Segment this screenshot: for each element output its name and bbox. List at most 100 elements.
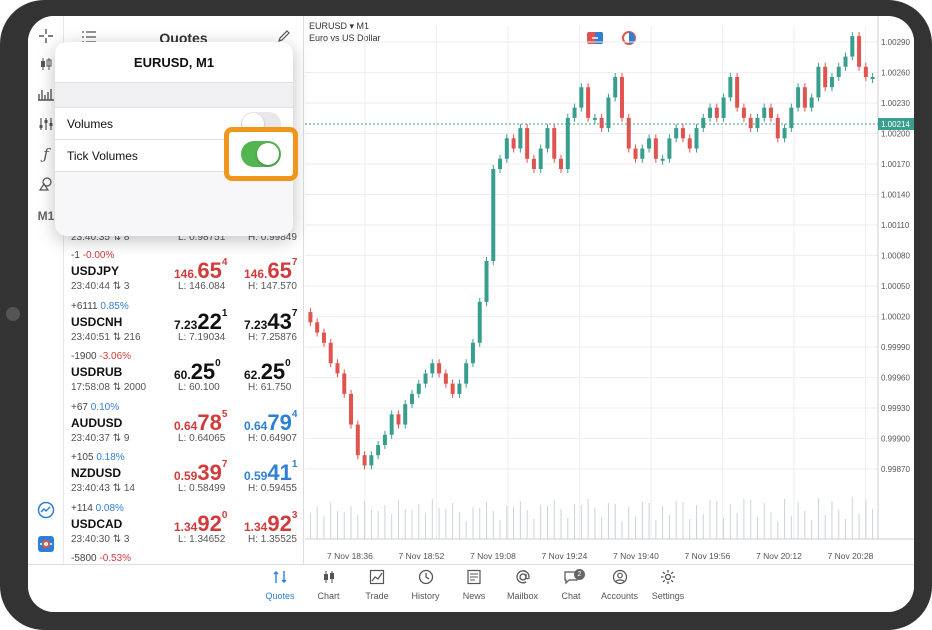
candle [816, 66, 821, 98]
home-button[interactable] [6, 307, 20, 321]
nav-news[interactable]: News [450, 569, 498, 611]
candle [484, 261, 489, 302]
nav-label: History [411, 591, 440, 601]
candle [647, 138, 652, 149]
quote-change: -1900 -3.06% [71, 351, 132, 362]
chart-icon [305, 569, 353, 591]
nav-label: Quotes [265, 591, 295, 601]
quote-row[interactable]: +67 0.10% AUDUSD 23:40:37 ⇅ 9 0.64785 0.6479… [64, 401, 303, 454]
candle [403, 404, 408, 425]
nav-settings[interactable]: Settings [644, 569, 692, 611]
quote-high: H: 7.25876 [248, 331, 297, 343]
nav-quotes[interactable]: Quotes [256, 569, 304, 611]
candle [619, 77, 624, 118]
nav-label: Accounts [600, 591, 639, 601]
nav-mailbox[interactable]: Mailbox [499, 569, 547, 611]
candle [335, 363, 340, 374]
chat-badge: 2 [574, 569, 585, 580]
candle [809, 97, 814, 108]
nav-label: Chat [561, 591, 581, 601]
quote-time: 23:40:44 ⇅ 3 [71, 281, 130, 292]
tick-volumes-toggle[interactable] [241, 141, 281, 167]
quote-high: H: 1.35525 [248, 533, 297, 545]
candle [613, 77, 618, 98]
quote-row[interactable]: +105 0.18% NZDUSD 23:40:43 ⇅ 14 0.59397 0.59… [64, 452, 303, 504]
candle [769, 107, 774, 118]
candle [491, 169, 496, 261]
nav-accounts[interactable]: Accounts [596, 569, 644, 611]
candle [674, 128, 679, 139]
candle [362, 455, 367, 466]
quote-change: +114 0.08% [71, 502, 124, 514]
nav-label: Mailbox [506, 591, 538, 601]
popup-title: EURUSD, M1 [133, 54, 215, 70]
volumes-label: Volumes [67, 116, 114, 131]
candle [321, 332, 326, 343]
quote-high: H: 147.570 [248, 281, 297, 292]
candle [369, 455, 374, 466]
candle [308, 312, 313, 323]
trade-signal-icon[interactable] [34, 498, 58, 522]
app-screen: ƒ M1 Quotes 23:40:35 ⇅ 8 L: 0.98751 H: 0… [28, 16, 914, 612]
quote-change: -1 -0.00% [71, 250, 115, 261]
quote-change: +67 0.10% [71, 401, 120, 413]
quote-symbol: USDRUB [71, 365, 123, 379]
quote-change: +105 0.18% [71, 452, 125, 463]
quote-row[interactable]: -1 -0.00% USDJPY 23:40:44 ⇅ 3 146.654 146.65… [64, 250, 303, 302]
y-tick-label: 0.99870 [881, 465, 910, 474]
y-tick-label: 1.00080 [881, 252, 910, 261]
candle [633, 148, 638, 159]
popup-empty-area [55, 172, 293, 236]
quote-time: 23:40:37 ⇅ 9 [71, 432, 130, 444]
x-tick-label: 7 Nov 19:40 [613, 551, 659, 561]
crosshair-icon[interactable] [34, 24, 58, 48]
trade-icon [353, 569, 401, 591]
candle [721, 97, 726, 118]
candle [450, 383, 455, 394]
quote-row[interactable]: +114 0.08% USDCAD 23:40:30 ⇅ 3 1.34920 1.349… [64, 502, 303, 555]
y-tick-label: 0.99990 [881, 343, 910, 352]
nav-chart[interactable]: Chart [305, 569, 353, 611]
nav-chat[interactable]: 2 Chat [547, 569, 595, 611]
candle [755, 117, 760, 129]
price-chart[interactable]: EURUSD ▾ M1 Euro vs US Dollar 1.00290 1.0… [305, 16, 914, 564]
nav-history[interactable]: History [402, 569, 450, 611]
candle [572, 107, 577, 118]
candle [823, 66, 828, 88]
candle [850, 36, 855, 57]
y-tick-label: 0.99960 [881, 374, 910, 383]
nav-label: Trade [365, 591, 389, 601]
candle [653, 138, 658, 159]
candle [701, 117, 706, 129]
quote-row[interactable]: +6111 0.85% USDCNH 23:40:51 ⇅ 216 7.23221 7.… [64, 301, 303, 353]
candle [741, 107, 746, 118]
candle [565, 117, 570, 169]
quote-time: 23:40:51 ⇅ 216 [71, 331, 141, 343]
accounts-icon [596, 569, 644, 591]
candle [430, 363, 435, 374]
x-tick-label: 7 Nov 18:52 [399, 551, 445, 561]
quote-row[interactable]: -1900 -3.06% USDRUB 17:58:08 ⇅ 2000 60.250 6… [64, 351, 303, 403]
candle [477, 301, 482, 343]
candle [728, 77, 733, 98]
market-depth-icon[interactable] [34, 532, 58, 556]
quote-row[interactable]: -5800 -0.53% [64, 553, 303, 564]
popup-separator [55, 82, 293, 108]
candle [660, 158, 665, 161]
nav-trade[interactable]: Trade [353, 569, 401, 611]
chart-canvas[interactable]: 1.00290 1.00260 1.00230 1.00200 1.00170 1.001… [305, 16, 914, 564]
candle [525, 128, 530, 159]
quote-high: H: 61.750 [248, 382, 292, 393]
candle [687, 138, 692, 149]
y-tick-label: 1.00020 [881, 313, 910, 322]
quote-time: 23:40:30 ⇅ 3 [71, 533, 130, 545]
candle [796, 87, 801, 108]
candle [789, 107, 794, 129]
quote-symbol: USDCAD [71, 516, 123, 531]
candle [586, 87, 591, 118]
candle [389, 414, 394, 435]
candle [735, 77, 740, 108]
settings-icon [644, 569, 692, 591]
y-tick-label: 1.00170 [881, 160, 910, 169]
news-icon [450, 569, 498, 591]
